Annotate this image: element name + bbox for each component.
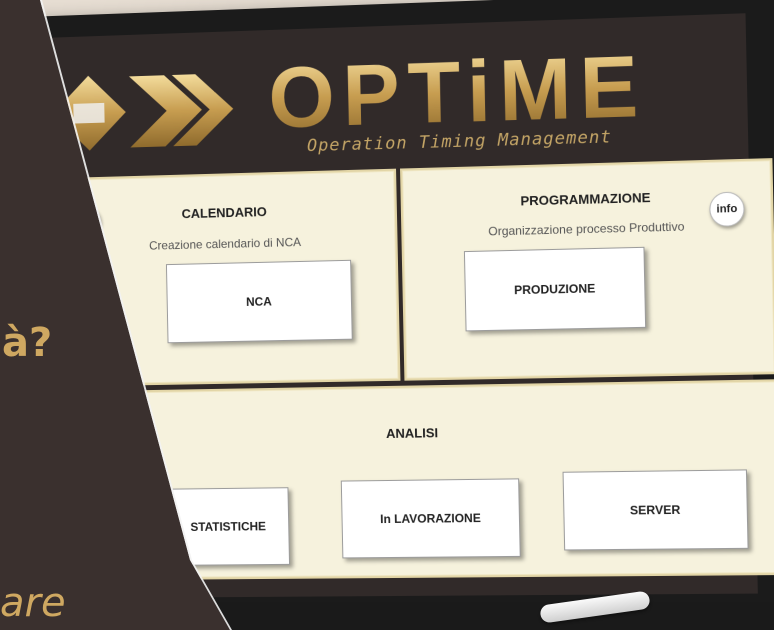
- in-lavorazione-button[interactable]: In LAVORAZIONE: [340, 478, 521, 559]
- calendario-panel: info CALENDARIO Creazione calendario di …: [53, 168, 401, 387]
- analisi-title: ANALISI: [385, 425, 439, 442]
- programmazione-panel: PROGRAMMAZIONE Organizzazione processo P…: [400, 158, 774, 381]
- statistiche-button[interactable]: STATISTICHE: [166, 487, 291, 566]
- produzione-button[interactable]: PRODUZIONE: [463, 246, 647, 332]
- whiteboard-frame: OPTiME Operation Timing Management info …: [0, 0, 774, 619]
- app-header: OPTiME Operation Timing Management: [12, 13, 748, 168]
- brand-title: OPTiME: [267, 38, 648, 147]
- analisi-panel: ANALISI STATISTICHE In LAVORAZIONE SERVE…: [57, 379, 774, 581]
- server-button[interactable]: SERVER: [562, 469, 749, 551]
- logo-icon: [51, 72, 234, 152]
- nca-button[interactable]: NCA: [165, 259, 353, 344]
- app-screen: OPTiME Operation Timing Management info …: [12, 13, 774, 599]
- calendario-description: Creazione calendario di NCA: [148, 235, 302, 253]
- board-tray: [150, 602, 774, 630]
- overlay-text-fragment-1: à?: [2, 320, 53, 366]
- calendario-title: CALENDARIO: [181, 204, 267, 222]
- overlay-text-fragment-2: are: [0, 580, 66, 626]
